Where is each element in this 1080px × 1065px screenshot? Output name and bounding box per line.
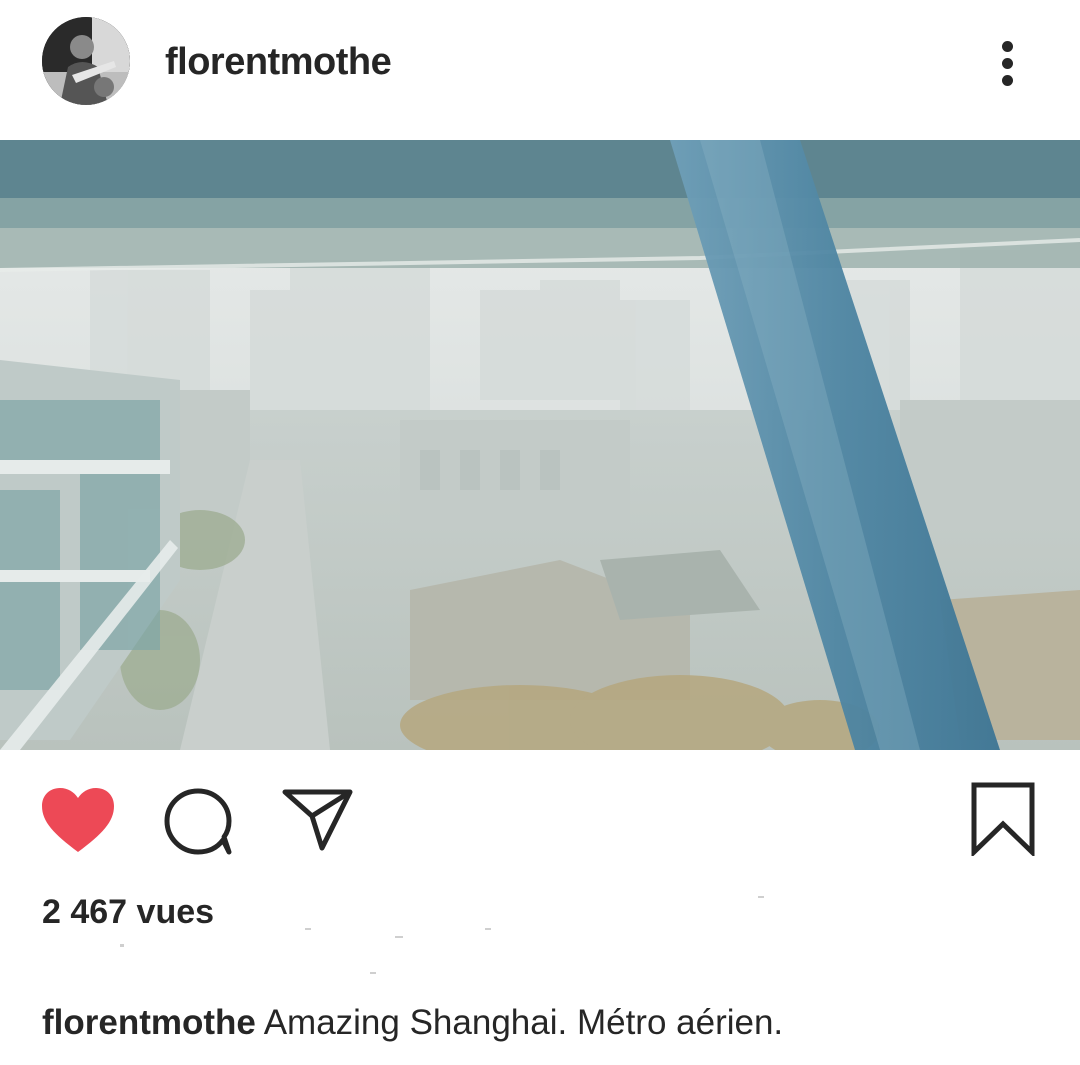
comment-bubble-icon[interactable] [163, 788, 235, 861]
more-options-icon[interactable] [990, 38, 1026, 90]
post-media[interactable] [0, 140, 1080, 750]
post-username[interactable]: florentmothe [165, 38, 392, 86]
paper-plane-icon[interactable] [282, 788, 354, 857]
bookmark-icon[interactable] [970, 782, 1036, 861]
action-bar [0, 760, 1080, 880]
view-count[interactable]: 2 467 vues [42, 893, 214, 932]
heart-filled-icon[interactable] [40, 786, 116, 859]
post-caption: florentmothe Amazing Shanghai. Métro aér… [42, 1003, 783, 1043]
caption-text: Amazing Shanghai. Métro aérien. [263, 1003, 784, 1042]
avatar[interactable] [42, 17, 130, 105]
caption-author[interactable]: florentmothe [42, 1003, 256, 1042]
post-header: florentmothe [0, 0, 1080, 130]
